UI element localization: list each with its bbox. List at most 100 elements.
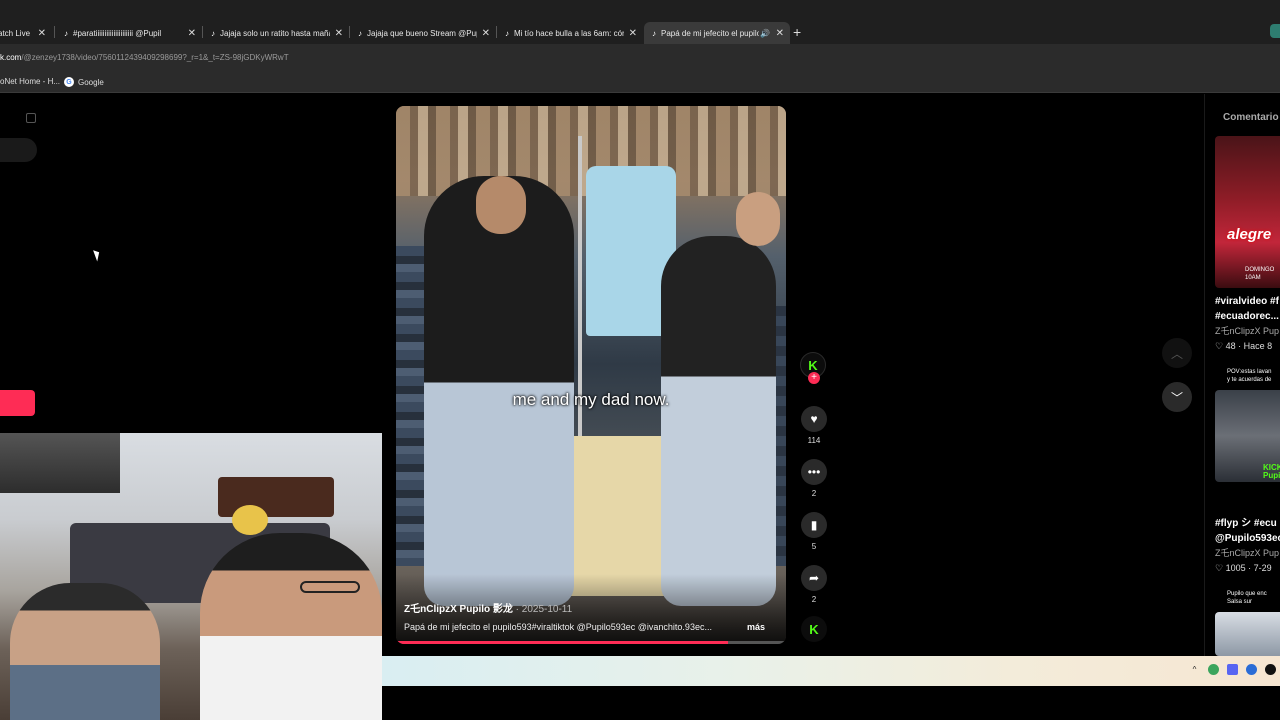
tiktok-icon: ♪ [211, 28, 215, 38]
tiktok-icon: ♪ [64, 28, 68, 38]
video-player[interactable]: me and my dad now. Z乇nClipzX Pupilo 影龙 ·… [396, 106, 786, 644]
thumbnail-brand: KICK Pupilo5 [1263, 463, 1280, 480]
obs-icon[interactable] [1265, 664, 1276, 675]
webcam-overlay [0, 433, 382, 720]
app-tray-icon[interactable] [1208, 664, 1219, 675]
bookmark-onet-home[interactable]: oNet Home - H... [0, 77, 60, 86]
address-bar[interactable]: k.com/@zenzey1738/video/7560112439409298… [0, 44, 1280, 72]
share-icon[interactable]: ➦ [801, 565, 827, 591]
webcam-glasses [300, 581, 360, 593]
bookmarks-bar: oNet Home - H... G Google [0, 72, 1280, 93]
share-count: 2 [811, 595, 817, 604]
tab-jajaja-stream[interactable]: ♪ Jajaja que bueno Stream @Pup ✕ [350, 22, 496, 44]
related-video-author: Z乇nClipzX Pup [1215, 548, 1280, 558]
sidebar-collapse-icon[interactable] [26, 113, 36, 123]
music-disc-avatar[interactable]: K [801, 616, 827, 642]
tab-watch-live[interactable]: atch Live ✕ [0, 22, 52, 44]
related-video-thumbnail[interactable]: KICK Pupilo5 [1215, 390, 1280, 482]
bookmark-google[interactable]: G Google [64, 77, 104, 87]
thumbnail-title: alegre [1227, 226, 1272, 243]
bookmark-label: oNet Home - H... [0, 77, 61, 86]
tiktok-icon: ♪ [358, 28, 362, 38]
more-button[interactable]: más [747, 622, 765, 632]
video-author[interactable]: Z乇nClipzX Pupilo 影龙 · 2025-10-11 [404, 600, 572, 615]
follow-button[interactable]: + [808, 372, 820, 384]
speaker-icon[interactable]: 🔊 [760, 29, 770, 38]
bookmark-label: Google [78, 77, 104, 87]
tab-jajaja-ratito[interactable]: ♪ Jajaja solo un ratito hasta maña ✕ [203, 22, 349, 44]
next-video-button[interactable]: ﹀ [1162, 382, 1192, 412]
related-video-meta[interactable]: #flyp シ #ecu @Pupilo593ec Z乇nClipzX Pup … [1215, 516, 1280, 576]
bookmark-icon[interactable]: ▮ [801, 512, 827, 538]
mouse-cursor-icon [93, 248, 102, 262]
share-action[interactable]: ➦ 2 [801, 565, 827, 604]
comment-action[interactable]: ••• 2 [801, 459, 827, 498]
tiktok-icon: ♪ [652, 28, 656, 38]
related-video-tags: @Pupilo593ec [1215, 533, 1280, 544]
thumbnail-caption: Pupilo que enc Salsa sur [1227, 591, 1267, 605]
related-video-tags: #flyp シ #ecu [1215, 518, 1277, 529]
new-tab-button[interactable]: + [793, 24, 801, 40]
tab-papa-jefecito[interactable]: ♪ Papá de mi jefecito el pupilo 🔊 ✕ [644, 22, 790, 44]
url-host: k.com [0, 53, 22, 62]
google-icon: G [64, 77, 74, 87]
video-frame-head [476, 176, 526, 234]
discord-icon[interactable] [1227, 664, 1238, 675]
close-icon[interactable]: ✕ [38, 28, 46, 39]
close-icon[interactable]: ✕ [776, 28, 784, 39]
chevron-up-icon: ︿ [1170, 346, 1183, 361]
related-videos-panel: Comentario alegre DOMINGO 10AM #viralvid… [1204, 94, 1280, 656]
bottom-bar [382, 686, 1280, 720]
save-action[interactable]: ▮ 5 [801, 512, 827, 551]
profile-avatar[interactable] [1270, 24, 1280, 38]
video-progress-fill [396, 641, 728, 644]
tab-title: Jajaja solo un ratito hasta maña [220, 28, 330, 38]
video-frame-person [661, 236, 776, 606]
sidebar-search-pill[interactable] [0, 138, 37, 162]
chevron-up-icon[interactable]: ^ [1189, 664, 1200, 675]
save-count: 5 [811, 542, 817, 551]
thumbnail-subtitle: DOMINGO 10AM [1245, 267, 1275, 281]
description-text: Papá de mi jefecito el pupilo593#viralti… [404, 622, 712, 632]
close-icon[interactable]: ✕ [629, 28, 637, 39]
tab-title: Jajaja que bueno Stream @Pup [367, 28, 477, 38]
video-frame-shirt [561, 436, 671, 596]
video-progress-bar[interactable] [396, 641, 786, 644]
webcam-window [0, 433, 120, 493]
related-video-stats: ♡ 48 · Hace 8 [1215, 341, 1273, 351]
tab-title: Mi tío hace bulla a las 6am: cón [514, 28, 624, 38]
tab-title: #paratiiiiiiiiiiiiiiiiiiiii @Pupil [73, 28, 162, 38]
related-video-thumbnail[interactable] [1215, 612, 1280, 656]
like-action[interactable]: ♥ 114 [801, 406, 827, 445]
tab-divider [54, 26, 55, 38]
browser-tab-bar: atch Live ✕ ♪ #paratiiiiiiiiiiiiiiiiiiii… [0, 0, 1280, 44]
system-tray: ^ [1189, 664, 1276, 675]
url-text[interactable]: k.com/@zenzey1738/video/7560112439409298… [0, 53, 289, 62]
thumbnail-caption: POV:estas lavan y te acuerdas de [1227, 369, 1272, 383]
author-name: Z乇nClipzX Pupilo 影龙 [404, 604, 513, 615]
chevron-down-icon: ﹀ [1170, 390, 1183, 405]
webcam-person [200, 533, 382, 720]
comments-tab[interactable]: Comentario [1223, 112, 1279, 123]
heart-icon[interactable]: ♥ [801, 406, 827, 432]
tiktok-icon: ♪ [505, 28, 509, 38]
close-icon[interactable]: ✕ [188, 28, 196, 39]
tab-title: atch Live [0, 28, 31, 38]
webcam-pillow [232, 505, 268, 535]
close-icon[interactable]: ✕ [335, 28, 343, 39]
comment-icon[interactable]: ••• [801, 459, 827, 485]
tab-mi-tio[interactable]: ♪ Mi tío hace bulla a las 6am: cón ✕ [497, 22, 643, 44]
os-taskbar: ^ [382, 656, 1280, 686]
close-icon[interactable]: ✕ [482, 28, 490, 39]
tab-paratii[interactable]: ♪ #paratiiiiiiiiiiiiiiiiiiiii @Pupil ✕ [56, 22, 202, 44]
related-video-stats: ♡ 1005 · 7-29 [1215, 563, 1272, 573]
previous-video-button[interactable]: ︿ [1162, 338, 1192, 368]
webcam-person [10, 583, 160, 720]
like-count: 114 [807, 436, 821, 445]
sidebar-login-button[interactable] [0, 390, 35, 416]
related-video-meta[interactable]: #viralvideo #f #ecuadorec... Z乇nClipzX P… [1215, 294, 1279, 354]
related-video-thumbnail[interactable]: alegre DOMINGO 10AM [1215, 136, 1280, 288]
video-description: Papá de mi jefecito el pupilo593#viralti… [404, 622, 779, 632]
video-caption: me and my dad now. [512, 390, 670, 409]
sync-icon[interactable] [1246, 664, 1257, 675]
